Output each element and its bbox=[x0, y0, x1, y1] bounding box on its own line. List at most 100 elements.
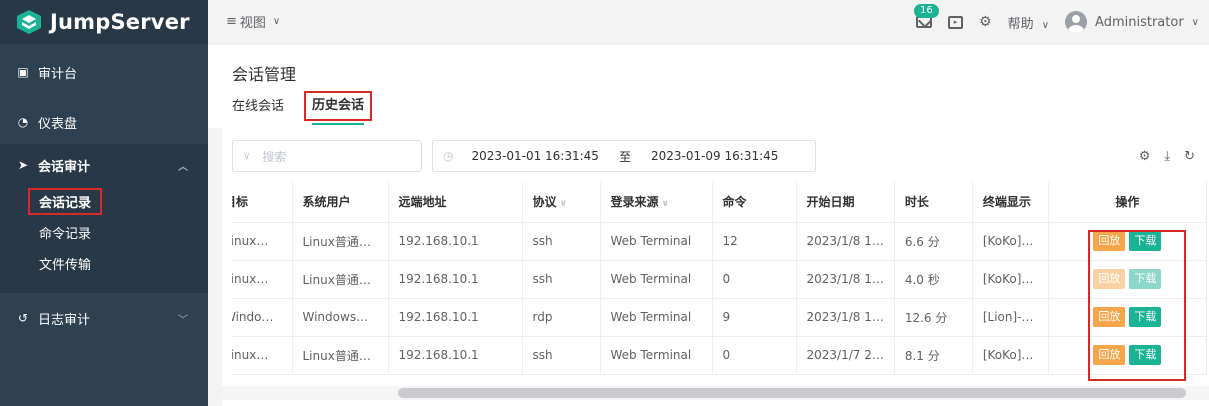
user-name: Administrator bbox=[1095, 14, 1184, 30]
column-header[interactable]: 开始日期 bbox=[796, 182, 895, 223]
column-header-label: 协议 bbox=[532, 195, 557, 210]
table-cell-commands: 0 bbox=[712, 260, 797, 299]
sidebar-item-label: 会话记录 bbox=[28, 188, 103, 215]
table-cell-terminal: [Lion]-… bbox=[972, 298, 1049, 337]
column-header[interactable]: 命令 bbox=[712, 182, 797, 223]
terminal-icon[interactable]: ▸ bbox=[948, 15, 963, 29]
sidebar-item-session-records[interactable]: 会话记录 bbox=[0, 186, 208, 217]
sidebar-item-command-records[interactable]: 命令记录 bbox=[0, 217, 208, 248]
send-icon: ➤ bbox=[17, 158, 29, 172]
table-cell-commands: 12 bbox=[712, 222, 797, 261]
column-header[interactable]: 系统用户 bbox=[292, 182, 389, 223]
chevron-up-icon: ︿ bbox=[178, 161, 188, 173]
table-cell-protocol: rdp bbox=[522, 298, 601, 337]
sessions-table: 目标 系统用户 远端地址 协议 ∨ 登录来源 ∨ 命令 开始日期 时长 终端显示… bbox=[232, 182, 1207, 375]
table-row[interactable]: Linux…Linux普通…192.168.10.1sshWeb Termina… bbox=[232, 260, 1207, 299]
chevron-down-icon: ∨ bbox=[243, 150, 251, 162]
dashboard-icon: ◔ bbox=[17, 115, 29, 129]
tab-label: 历史会话 bbox=[312, 98, 365, 113]
table-card: ∨ 搜索 ◷ 2023-01-01 16:31:45 至 2023-01-09 … bbox=[222, 128, 1209, 406]
sidebar-group-session-audit: ➤ 会话审计 ︿ 会话记录 命令记录 文件传输 bbox=[0, 144, 208, 293]
table-cell-remote: 192.168.10.1 bbox=[388, 260, 523, 299]
sidebar-item-label: 仪表盘 bbox=[38, 116, 78, 132]
table-cell-duration: 4.0 秒 bbox=[894, 260, 973, 299]
table-cell-terminal: [KoKo]… bbox=[972, 222, 1049, 261]
chevron-down-icon: ∨ bbox=[658, 199, 669, 210]
page-title: 会话管理 bbox=[232, 65, 297, 84]
table-cell-duration: 6.6 分 bbox=[894, 222, 973, 261]
help-menu[interactable]: 帮助 ∨ bbox=[1008, 13, 1049, 32]
sidebar-item-log-audit[interactable]: ↺ 日志审计 ﹀ bbox=[0, 293, 208, 343]
table-row[interactable]: Linux…Linux普通…192.168.10.1sshWeb Termina… bbox=[232, 222, 1207, 261]
column-header[interactable]: 远端地址 bbox=[388, 182, 523, 223]
page-header: 会话管理 在线会话 历史会话 bbox=[208, 45, 1209, 128]
column-header[interactable]: 终端显示 bbox=[972, 182, 1049, 223]
column-header-source[interactable]: 登录来源 ∨ bbox=[600, 182, 713, 223]
settings-icon[interactable]: ⚙ bbox=[1139, 149, 1151, 164]
search-placeholder: 搜索 bbox=[262, 149, 287, 164]
table-cell-source: Web Terminal bbox=[600, 336, 713, 375]
sidebar-item-label: 文件传输 bbox=[39, 258, 92, 273]
table-cell-protocol: ssh bbox=[522, 260, 601, 299]
sidebar-item-session-audit[interactable]: ➤ 会话审计 ︿ bbox=[0, 144, 208, 186]
date-range-picker[interactable]: ◷ 2023-01-01 16:31:45 至 2023-01-09 16:31… bbox=[432, 140, 816, 172]
tab-history-sessions[interactable]: 历史会话 bbox=[304, 91, 373, 125]
table-cell-actions: 回放 下载 bbox=[1048, 260, 1207, 299]
table-cell-target: Linux… bbox=[232, 222, 293, 261]
table-cell-source: Web Terminal bbox=[600, 260, 713, 299]
help-label: 帮助 bbox=[1007, 16, 1034, 32]
replay-button[interactable]: 回放 bbox=[1093, 307, 1126, 327]
user-menu[interactable]: Administrator ∨ bbox=[1065, 11, 1199, 33]
download-button[interactable]: 下载 bbox=[1129, 345, 1162, 365]
replay-button[interactable]: 回放 bbox=[1093, 231, 1126, 251]
table-cell-actions: 回放 下载 bbox=[1048, 336, 1207, 375]
download-button[interactable]: 下载 bbox=[1129, 307, 1162, 327]
replay-button[interactable]: 回放 bbox=[1093, 269, 1126, 289]
download-icon[interactable]: ⤓ bbox=[1164, 149, 1170, 164]
column-header-protocol[interactable]: 协议 ∨ bbox=[522, 182, 601, 223]
sidebar-item-dashboard[interactable]: ◔ 仪表盘 bbox=[0, 100, 208, 144]
tab-active-underline bbox=[312, 123, 365, 125]
tab-online-sessions[interactable]: 在线会话 bbox=[232, 97, 284, 123]
table-cell-start: 2023/1/8 1… bbox=[796, 222, 895, 261]
chevron-down-icon: ∨ bbox=[1191, 16, 1199, 28]
column-header: 操作 bbox=[1048, 182, 1207, 223]
history-icon: ↺ bbox=[17, 311, 29, 325]
table-cell-actions: 回放 下载 bbox=[1048, 222, 1207, 261]
horizontal-scrollbar[interactable] bbox=[398, 388, 1186, 398]
table-cell-commands: 0 bbox=[712, 336, 797, 375]
tabs: 在线会话 历史会话 bbox=[232, 91, 373, 125]
table-cell-remote: 192.168.10.1 bbox=[388, 222, 523, 261]
mail-icon[interactable]: 16 bbox=[914, 4, 939, 28]
table-cell-source: Web Terminal bbox=[600, 222, 713, 261]
refresh-icon[interactable]: ↻ bbox=[1184, 149, 1195, 164]
column-header[interactable]: 目标 bbox=[232, 182, 293, 223]
table-cell-target: Windo… bbox=[232, 298, 293, 337]
download-button[interactable]: 下载 bbox=[1129, 231, 1162, 251]
table-cell-sysuser: Linux普通… bbox=[292, 260, 389, 299]
replay-button[interactable]: 回放 bbox=[1093, 345, 1126, 365]
date-separator: 至 bbox=[618, 149, 631, 164]
table-cell-duration: 12.6 分 bbox=[894, 298, 973, 337]
table-tools: ⚙ ⤓ ↻ bbox=[1139, 149, 1195, 164]
sidebar-item-label: 审计台 bbox=[38, 66, 78, 82]
table-cell-start: 2023/1/7 2… bbox=[796, 336, 895, 375]
download-button[interactable]: 下载 bbox=[1129, 269, 1162, 289]
table-row[interactable]: Linux…Linux普通…192.168.10.1sshWeb Termina… bbox=[232, 336, 1207, 375]
content: ∨ 搜索 ◷ 2023-01-01 16:31:45 至 2023-01-09 … bbox=[208, 128, 1209, 406]
sidebar-item-file-transfer[interactable]: 文件传输 bbox=[0, 248, 208, 279]
view-menu[interactable]: ≡ 视图 ∨ bbox=[226, 12, 280, 31]
column-header[interactable]: 时长 bbox=[894, 182, 973, 223]
chevron-down-icon: ∨ bbox=[556, 199, 567, 210]
sidebar-item-audit-console[interactable]: ▣ 审计台 bbox=[0, 44, 208, 100]
jumpserver-logo-icon bbox=[17, 10, 41, 34]
table-cell-sysuser: Windows… bbox=[292, 298, 389, 337]
search-input[interactable]: ∨ 搜索 bbox=[232, 140, 422, 172]
table-cell-target: Linux… bbox=[232, 336, 293, 375]
avatar bbox=[1065, 11, 1088, 33]
gear-icon[interactable]: ⚙ bbox=[979, 14, 992, 30]
logo[interactable]: JumpServer bbox=[0, 0, 208, 44]
table-row[interactable]: Windo…Windows…192.168.10.1rdpWeb Termina… bbox=[232, 298, 1207, 337]
table-cell-duration: 8.1 分 bbox=[894, 336, 973, 375]
table-cell-terminal: [KoKo]… bbox=[972, 260, 1049, 299]
